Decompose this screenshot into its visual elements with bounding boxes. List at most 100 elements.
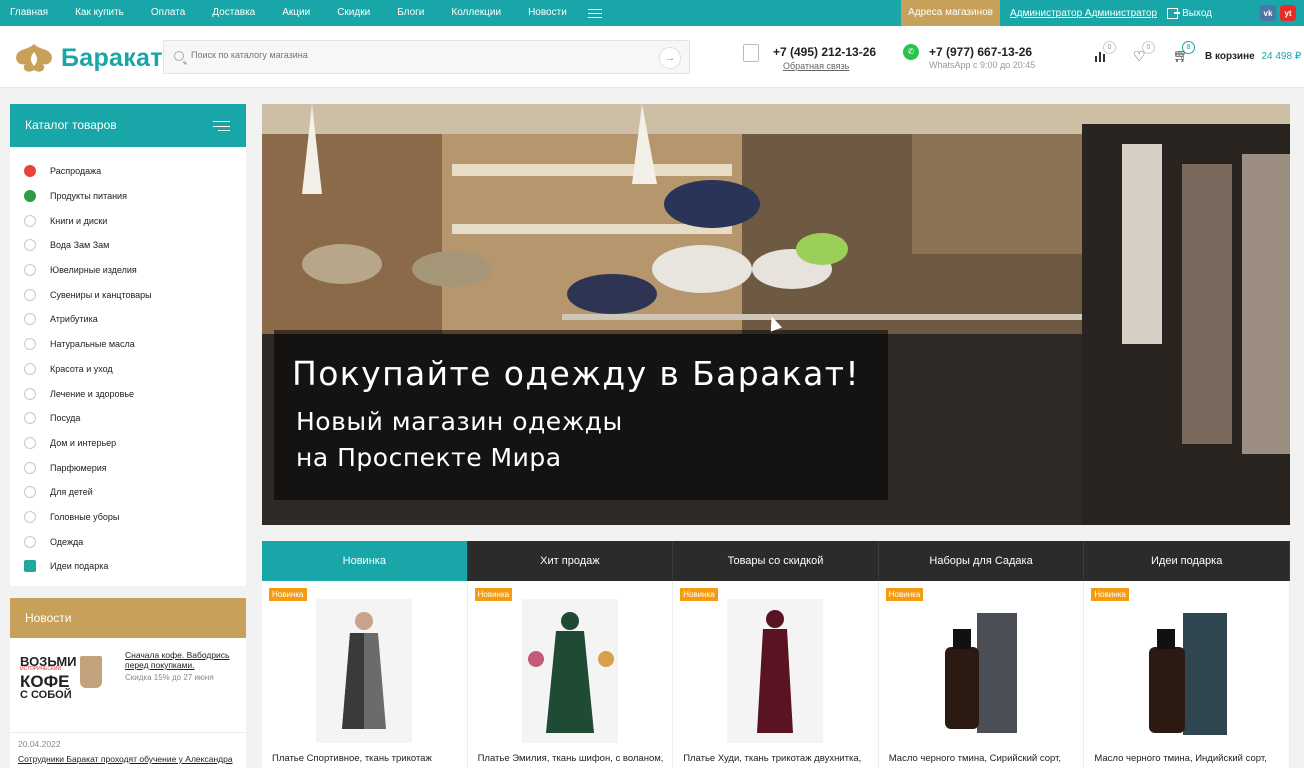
product-card[interactable]: Новинка Платье Спортивное, ткань трикота… (262, 581, 468, 768)
catalog-item-sale[interactable]: Распродажа (10, 159, 246, 184)
cart-label: В корзине (1205, 51, 1255, 62)
catalog-item-books[interactable]: Книги и диски (10, 208, 246, 233)
favorites-button[interactable]: ♡ 0 (1133, 41, 1155, 64)
crescent-icon (24, 190, 36, 203)
catalog-item-label: Парфюмерия (50, 462, 107, 473)
catalog-item-label: Идеи подарка (50, 561, 109, 572)
catalog-item-dishes[interactable]: Посуда (10, 406, 246, 431)
divider (10, 732, 246, 733)
top-nav-right: Адреса магазинов Администратор Администр… (901, 0, 1304, 26)
tab-new[interactable]: Новинка (262, 541, 468, 581)
catalog-item-gifts[interactable]: Идеи подарка (10, 554, 246, 579)
nav-link-discounts[interactable]: Скидки (337, 0, 370, 26)
catalog-item-hats[interactable]: Головные уборы (10, 505, 246, 530)
product-image[interactable] (521, 599, 618, 743)
hero-banner[interactable]: Покупайте одежду в Баракат! Новый магази… (262, 104, 1290, 525)
search-input[interactable] (191, 50, 641, 60)
more-menu-icon[interactable] (587, 8, 602, 18)
compare-button[interactable]: 0 (1094, 41, 1116, 64)
product-card[interactable]: Новинка Масло черного тмина, Сирийский с… (879, 581, 1085, 768)
new-badge: Новинка (885, 588, 924, 601)
nav-link-payment[interactable]: Оплата (151, 0, 185, 26)
catalog-sidebar: Каталог товаров Распродажа Продукты пита… (10, 104, 246, 586)
product-card[interactable]: Новинка Платье Эмилия, ткань шифон, с во… (468, 581, 674, 768)
product-name[interactable]: Масло черного тмина, Индийский сорт, (1094, 753, 1266, 764)
catalog-item-health[interactable]: Лечение и здоровье (10, 381, 246, 406)
news-title-link[interactable]: Сотрудники Баракат проходят обучение у А… (18, 754, 233, 764)
nav-link-home[interactable]: Главная (10, 0, 48, 26)
product-name[interactable]: Платье Эмилия, ткань шифон, с воланом, (478, 753, 664, 764)
logout-icon (1167, 7, 1181, 19)
top-nav-links: Главная Как купить Оплата Доставка Акции… (0, 0, 602, 26)
nav-link-delivery[interactable]: Доставка (212, 0, 255, 26)
news-header[interactable]: Новости (10, 598, 246, 638)
nav-link-promotions[interactable]: Акции (282, 0, 310, 26)
catalog-item-zamzam[interactable]: Вода Зам Зам (10, 233, 246, 258)
catalog-item-attributes[interactable]: Атрибутика (10, 307, 246, 332)
product-tabs: Новинка Хит продаж Товары со скидкой Наб… (262, 541, 1290, 581)
catalog-item-souvenirs[interactable]: Сувениры и канцтовары (10, 282, 246, 307)
catalog-menu-icon[interactable] (213, 121, 230, 131)
kids-icon (24, 486, 36, 499)
tab-gift-ideas[interactable]: Идеи подарка (1084, 541, 1290, 581)
whatsapp-hours: WhatsApp с 9:00 до 20:45 (929, 60, 1036, 70)
clothes-icon (24, 535, 36, 548)
tab-bestsellers[interactable]: Хит продаж (468, 541, 674, 581)
news-block: Новости ВОЗЬМИ ИСТОРИЧЕСКИЙ КОФЕ С СОБОЙ… (10, 598, 246, 768)
news-subtitle: Скидка 15% до 27 июня (125, 673, 214, 682)
product-name[interactable]: Платье Худи, ткань трикотаж двухнитка, (683, 753, 861, 764)
catalog-item-perfume[interactable]: Парфюмерия (10, 455, 246, 480)
phone-number[interactable]: +7 (495) 212-13-26 (773, 45, 876, 59)
tab-discounted[interactable]: Товары со скидкой (673, 541, 879, 581)
product-image[interactable] (727, 599, 824, 743)
product-grid: Новинка Платье Спортивное, ткань трикота… (262, 581, 1290, 768)
catalog-item-label: Для детей (50, 487, 93, 498)
product-name[interactable]: Масло черного тмина, Сирийский сорт, (889, 753, 1061, 764)
diamond-icon (24, 264, 36, 277)
catalog-item-label: Одежда (50, 536, 84, 547)
cart-count-badge: 8 (1182, 41, 1195, 54)
product-image[interactable] (316, 599, 413, 743)
catalog-item-label: Вода Зам Зам (50, 240, 110, 251)
vk-icon[interactable]: vk (1260, 5, 1276, 21)
product-card[interactable]: Новинка Платье Худи, ткань трикотаж двух… (673, 581, 879, 768)
news-image[interactable]: ВОЗЬМИ ИСТОРИЧЕСКИЙ КОФЕ С СОБОЙ (18, 652, 113, 702)
news-title-link[interactable]: Сначала кофе. Вабодрись перед покупками. (125, 650, 245, 670)
catalog-item-kids[interactable]: Для детей (10, 480, 246, 505)
souvenir-icon (24, 288, 36, 301)
tab-sadaka-sets[interactable]: Наборы для Садака (879, 541, 1085, 581)
whatsapp-number[interactable]: +7 (977) 667-13-26 (929, 45, 1032, 59)
catalog-header[interactable]: Каталог товаров (10, 104, 246, 147)
logo[interactable]: Баракат (11, 40, 163, 76)
youtube-icon[interactable]: yt (1280, 5, 1296, 21)
product-card[interactable]: Новинка Масло черного тмина, Индийский с… (1084, 581, 1290, 768)
book-icon (24, 214, 36, 227)
store-addresses-button[interactable]: Адреса магазинов (901, 0, 1000, 26)
catalog-item-jewelry[interactable]: Ювелирные изделия (10, 258, 246, 283)
catalog-item-beauty[interactable]: Красота и уход (10, 357, 246, 382)
banner-title: Покупайте одежду в Баракат! (292, 354, 860, 393)
new-badge: Новинка (474, 588, 513, 601)
account-link[interactable]: Администратор Администратор (1010, 8, 1157, 19)
catalog-item-clothes[interactable]: Одежда (10, 529, 246, 554)
product-image[interactable] (933, 599, 1030, 743)
product-image[interactable] (1138, 599, 1235, 743)
news-date: 20.04.2022 (18, 739, 61, 749)
nav-link-how-to-buy[interactable]: Как купить (75, 0, 124, 26)
banner-subtitle: Новый магазин одежды на Проспекте Мира (296, 404, 623, 476)
feedback-link[interactable]: Обратная связь (783, 61, 849, 71)
catalog-item-food[interactable]: Продукты питания (10, 184, 246, 209)
catalog-item-label: Продукты питания (50, 191, 127, 202)
logout-link[interactable]: Выход (1167, 7, 1212, 19)
nav-link-news[interactable]: Новости (528, 0, 567, 26)
nav-link-blogs[interactable]: Блоги (397, 0, 424, 26)
catalog-item-label: Распродажа (50, 166, 102, 177)
search-submit-button[interactable]: → (659, 47, 681, 69)
cart-button[interactable]: 🛒︎ 8 (1173, 41, 1195, 64)
catalog-item-oils[interactable]: Натуральные масла (10, 332, 246, 357)
nav-link-collections[interactable]: Коллекции (451, 0, 501, 26)
compass-icon (24, 313, 36, 326)
product-name[interactable]: Платье Спортивное, ткань трикотаж (272, 753, 432, 764)
cart-summary[interactable]: В корзине 24 498 ₽ (1205, 51, 1301, 62)
catalog-item-home[interactable]: Дом и интерьер (10, 431, 246, 456)
